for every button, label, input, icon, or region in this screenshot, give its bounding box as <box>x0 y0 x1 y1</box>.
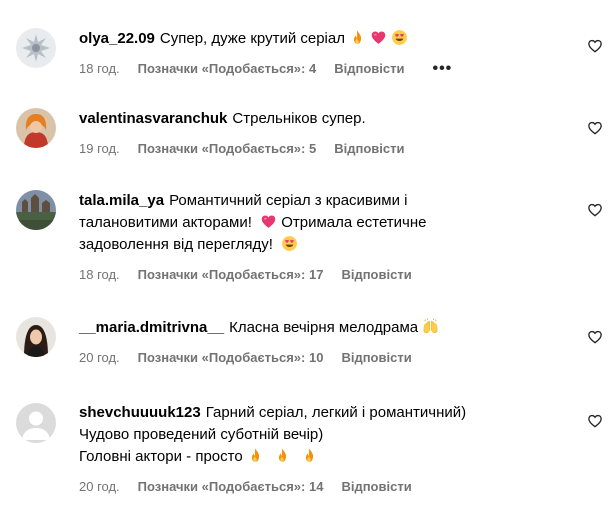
reply-button[interactable]: Відповісти <box>341 478 411 496</box>
fire-emoji-icon <box>349 29 366 46</box>
reply-button[interactable]: Відповісти <box>334 140 404 158</box>
username[interactable]: tala.mila_ya <box>79 192 164 209</box>
fire-emoji-icon <box>274 447 291 464</box>
heart-emoji-icon <box>260 213 277 230</box>
username[interactable]: shevchuuuuk123 <box>79 404 201 421</box>
comment-body: Стрельніков супер. <box>232 110 366 127</box>
username[interactable]: __maria.dmitrivna__ <box>79 319 224 336</box>
avatar[interactable] <box>16 190 56 230</box>
likes-count[interactable]: Позначки «Подобається»: 4 <box>138 60 317 78</box>
like-heart-icon[interactable] <box>587 413 603 429</box>
like-heart-icon[interactable] <box>587 329 603 345</box>
timestamp[interactable]: 20 год. <box>79 349 120 367</box>
more-options-icon[interactable]: ••• <box>432 60 452 78</box>
timestamp[interactable]: 18 год. <box>79 60 120 78</box>
likes-count[interactable]: Позначки «Подобається»: 17 <box>138 266 324 284</box>
comment-text: valentinasvaranchuk Стрельніков супер. <box>79 108 575 130</box>
comment-meta: 18 год. Позначки «Подобається»: 4 Відпов… <box>79 60 575 78</box>
reply-button[interactable]: Відповісти <box>341 266 411 284</box>
fire-emoji-icon <box>247 447 264 464</box>
comment-text: shevchuuuuk123 Гарний серіал, легкий і ро… <box>79 402 575 468</box>
comment-text: __maria.dmitrivna__ Класна вечірня мелодр… <box>79 317 575 339</box>
heart-eyes-emoji-icon <box>391 29 408 46</box>
like-heart-icon[interactable] <box>587 38 603 54</box>
fire-emoji-icon <box>301 447 318 464</box>
avatar[interactable] <box>16 108 56 148</box>
comment-text: tala.mila_ya Романтичний серіал з красиви… <box>79 190 575 256</box>
comment-meta: 19 год. Позначки «Подобається»: 5 Відпов… <box>79 140 575 158</box>
timestamp[interactable]: 18 год. <box>79 266 120 284</box>
comment-meta: 20 год. Позначки «Подобається»: 14 Відпо… <box>79 478 575 496</box>
comment-text: olya_22.09 Супер, дуже крутий серіал <box>79 28 575 50</box>
comment-meta: 18 год. Позначки «Подобається»: 17 Відпо… <box>79 266 575 284</box>
comment-body: Супер, дуже крутий серіал <box>159 30 345 47</box>
avatar[interactable] <box>16 28 56 68</box>
heart-eyes-emoji-icon <box>281 235 298 252</box>
username[interactable]: valentinasvaranchuk <box>79 110 227 127</box>
likes-count[interactable]: Позначки «Подобається»: 10 <box>138 349 324 367</box>
avatar[interactable] <box>16 403 56 443</box>
likes-count[interactable]: Позначки «Подобається»: 14 <box>138 478 324 496</box>
comment-meta: 20 год. Позначки «Подобається»: 10 Відпо… <box>79 349 575 367</box>
reply-button[interactable]: Відповісти <box>341 349 411 367</box>
likes-count[interactable]: Позначки «Подобається»: 5 <box>138 140 317 158</box>
timestamp[interactable]: 20 год. <box>79 478 120 496</box>
avatar[interactable] <box>16 317 56 357</box>
reply-button[interactable]: Відповісти <box>334 60 404 78</box>
comment-body: Класна вечірня мелодрама <box>229 319 419 336</box>
username[interactable]: olya_22.09 <box>79 30 155 47</box>
heart-emoji-icon <box>370 29 387 46</box>
like-heart-icon[interactable] <box>587 202 603 218</box>
timestamp[interactable]: 19 год. <box>79 140 120 158</box>
like-heart-icon[interactable] <box>587 120 603 136</box>
raised-hands-emoji-icon <box>422 318 439 335</box>
